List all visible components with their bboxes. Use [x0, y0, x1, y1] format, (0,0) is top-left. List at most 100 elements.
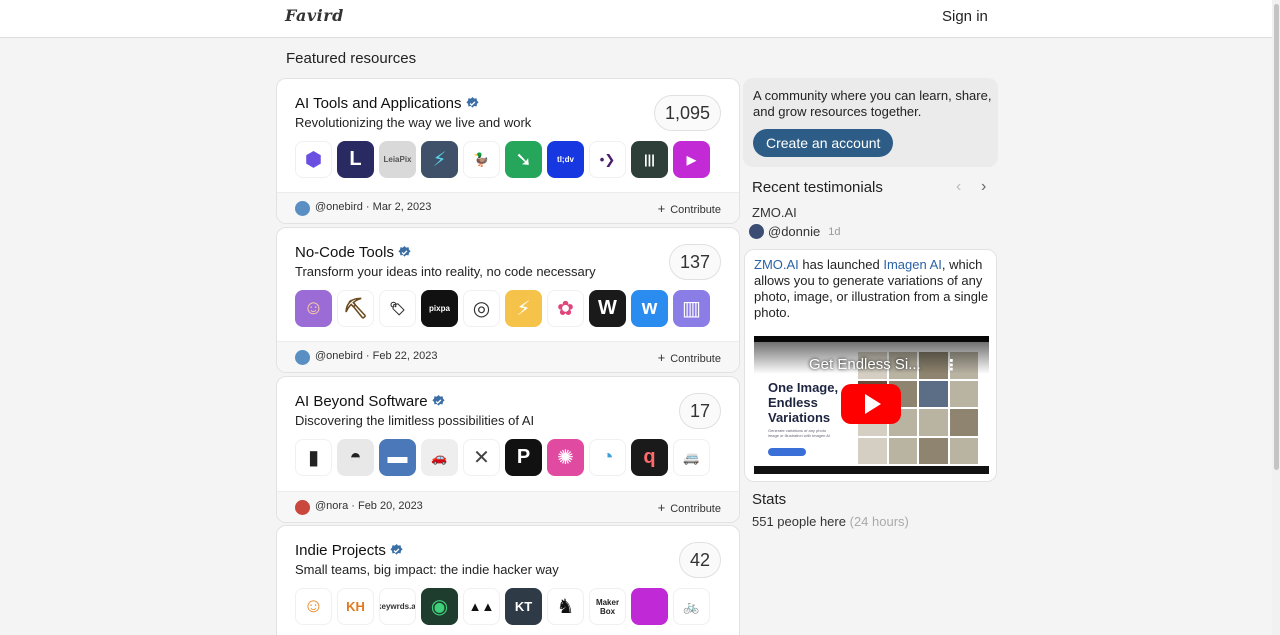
resource-count-badge[interactable]: 17 [678, 393, 721, 429]
gimbal-icon[interactable]: ▮ [295, 439, 332, 476]
stats-text: 551 people here (24 hours) [752, 514, 909, 529]
testimonial-text-part: has launched [798, 257, 884, 272]
zmo-link[interactable]: ZMO.AI [754, 257, 799, 272]
top-bar: Favird Sign in [0, 0, 1280, 38]
testimonial-user[interactable]: @donnie [768, 224, 820, 239]
favird-logo[interactable]: Favird [285, 6, 344, 25]
resource-card[interactable]: No-Code Tools Transform your ideas into … [276, 227, 740, 373]
pickaxe-icon[interactable]: ⛏ [337, 290, 374, 327]
card-title[interactable]: AI Tools and Applications [295, 95, 462, 112]
scrollbar-thumb[interactable] [1274, 4, 1279, 470]
imagen-ai-link[interactable]: Imagen AI [883, 257, 942, 272]
keywrds-ai-icon[interactable]: keywrds.ai [379, 588, 416, 625]
card-footer: @onebird · Feb 22, 2023 + Contribute [277, 341, 739, 372]
resource-count-badge[interactable]: 137 [668, 244, 721, 280]
yellow-bolt-icon[interactable]: ⚡ [505, 290, 542, 327]
mountains-icon[interactable]: ▲▲ [463, 588, 500, 625]
youtube-play-button[interactable] [841, 384, 901, 424]
card-title[interactable]: Indie Projects [295, 542, 386, 559]
makerbox-icon[interactable]: Maker Box [589, 588, 626, 625]
video-headline: One Image, Endless Variations [768, 380, 839, 425]
stats-period: (24 hours) [849, 514, 909, 529]
testimonial-user-row: @donnie 1d [749, 224, 841, 239]
orange-face-icon[interactable]: ☺ [295, 588, 332, 625]
purple-blob-icon[interactable] [631, 588, 668, 625]
security-camera-icon[interactable]: ◓ [337, 439, 374, 476]
user-avatar[interactable] [295, 500, 310, 515]
app-screens-icon[interactable]: ▥ [673, 290, 710, 327]
duck-icon[interactable]: 🦆 [463, 141, 500, 178]
resource-card[interactable]: AI Tools and Applications Revolutionizin… [276, 78, 740, 224]
leiapix-converter-icon[interactable]: LeiaPix [379, 141, 416, 178]
truck-icon[interactable]: ▬ [379, 439, 416, 476]
lightning-circle-icon[interactable]: ⚡ [421, 141, 458, 178]
pink-pattern-icon[interactable]: ✺ [547, 439, 584, 476]
recent-testimonials-heading: Recent testimonials [752, 179, 883, 196]
drone-icon[interactable]: ✕ [463, 439, 500, 476]
card-description: Small teams, big impact: the indie hacke… [295, 562, 559, 577]
stats-count: 551 people here [752, 514, 846, 529]
p-logo-icon[interactable]: P [505, 439, 542, 476]
verified-badge-icon [465, 97, 479, 108]
user-avatar[interactable] [749, 224, 764, 239]
contribute-button[interactable]: + Contribute [658, 500, 721, 515]
stats-heading: Stats [752, 491, 787, 508]
w-blue-icon[interactable]: w [631, 290, 668, 327]
contribute-label: Contribute [670, 204, 721, 216]
contribute-button[interactable]: + Contribute [658, 350, 721, 365]
resource-count-badge[interactable]: 1,095 [653, 95, 721, 131]
verified-badge-icon [431, 395, 445, 406]
car-icon[interactable]: 🚗 [421, 439, 458, 476]
hexagon-bolt-icon[interactable]: ⬢ [295, 141, 332, 178]
card-author[interactable]: @onebird [315, 350, 363, 362]
video-play-gradient-icon[interactable]: ▸ [673, 141, 710, 178]
resource-card[interactable]: AI Beyond Software Discovering the limit… [276, 376, 740, 523]
chess-knight-icon[interactable]: ♞ [547, 588, 584, 625]
green-arrow-icon[interactable]: ➘ [505, 141, 542, 178]
bird-bicycle-icon[interactable]: 🚲 [673, 588, 710, 625]
testimonial-company[interactable]: ZMO.AI [752, 205, 797, 220]
q-logo-icon[interactable]: q [631, 439, 668, 476]
verified-badge-icon [398, 246, 411, 257]
user-avatar[interactable] [295, 350, 310, 365]
video-title[interactable]: Get Endless Si... [809, 356, 921, 373]
resource-count-badge[interactable]: 42 [678, 542, 721, 578]
card-author[interactable]: @onebird [315, 201, 363, 213]
bars-circle-icon[interactable]: ||| [631, 141, 668, 178]
card-footer: @nora · Feb 20, 2023 + Contribute [277, 491, 739, 522]
tldv-icon[interactable]: tl;dv [547, 141, 584, 178]
youtube-video-embed[interactable]: One Image, Endless Variations Generate v… [754, 336, 989, 474]
kt-logo-icon[interactable]: KT [505, 588, 542, 625]
card-title[interactable]: No-Code Tools [295, 244, 394, 261]
testimonial-card: ZMO.AI has launched Imagen AI, which all… [744, 249, 997, 482]
more-options-icon[interactable]: ⋮ [944, 356, 959, 374]
resource-card[interactable]: Indie Projects Small teams, big impact: … [276, 525, 740, 635]
circle-grid-icon[interactable]: ◎ [463, 290, 500, 327]
next-arrow-icon[interactable]: › [981, 178, 986, 196]
resource-icons-row: ▮ ◓ ▬ 🚗 ✕ P ✺ ◔ q 🚐 [295, 439, 710, 476]
plus-icon: + [657, 350, 666, 365]
card-author[interactable]: @nora [315, 500, 348, 512]
price-tag-icon[interactable]: 🏷 [379, 290, 416, 327]
pixpa-icon[interactable]: pixpa [421, 290, 458, 327]
butterfly-icon[interactable]: ✿ [547, 290, 584, 327]
featured-resources-heading: Featured resources [286, 50, 417, 67]
testimonial-time: 1d [828, 225, 841, 238]
prev-arrow-icon[interactable]: ‹ [956, 178, 961, 196]
create-account-button[interactable]: Create an account [753, 129, 894, 157]
contribute-button[interactable]: + Contribute [658, 201, 721, 216]
purple-face-icon[interactable]: ☺ [295, 290, 332, 327]
rainbow-circle-icon[interactable]: ◔ [589, 439, 626, 476]
card-title[interactable]: AI Beyond Software [295, 393, 428, 410]
letter-l-icon[interactable]: L [337, 141, 374, 178]
user-avatar[interactable] [295, 201, 310, 216]
purple-chevron-icon[interactable]: •❯ [589, 141, 626, 178]
green-ring-icon[interactable]: ◉ [421, 588, 458, 625]
w-black-icon[interactable]: W [589, 290, 626, 327]
delivery-robot-icon[interactable]: 🚐 [673, 439, 710, 476]
plus-icon: + [657, 500, 666, 515]
kh-logo-icon[interactable]: KH [337, 588, 374, 625]
verified-badge-icon [390, 544, 403, 555]
card-description: Revolutionizing the way we live and work [295, 115, 532, 130]
sign-in-link[interactable]: Sign in [942, 8, 988, 25]
